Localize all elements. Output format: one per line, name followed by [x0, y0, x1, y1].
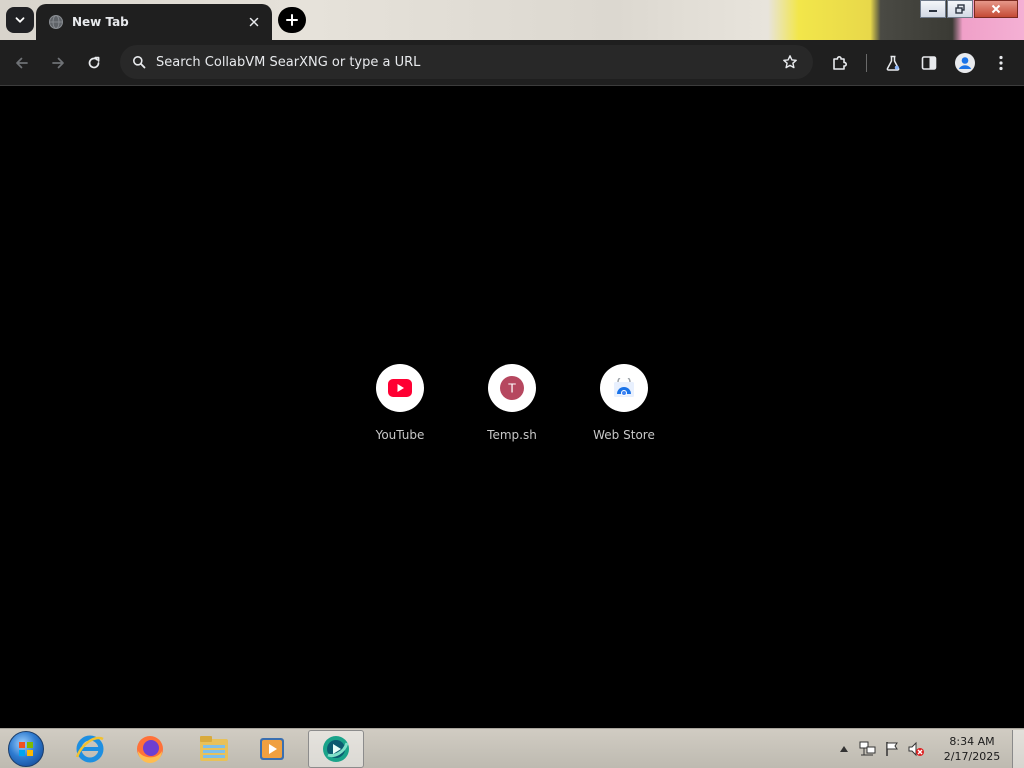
- menu-button[interactable]: [988, 50, 1014, 76]
- bookmark-star-button[interactable]: [773, 54, 807, 70]
- close-icon: [991, 4, 1001, 14]
- new-tab-button[interactable]: [278, 7, 306, 33]
- avatar-letter: T: [507, 382, 516, 396]
- plus-icon: [286, 14, 298, 26]
- reload-button[interactable]: [81, 50, 107, 76]
- close-icon: [249, 17, 259, 27]
- back-arrow-icon: [16, 57, 28, 69]
- network-icon[interactable]: [858, 739, 878, 759]
- shortcut-icon-circle: [376, 364, 424, 412]
- new-tab-page: YouTube T Temp.sh Web Store: [0, 87, 1024, 728]
- restore-icon: [955, 4, 965, 14]
- labs-flask-icon: [886, 55, 900, 71]
- labs-button[interactable]: [880, 50, 906, 76]
- volume-muted-icon[interactable]: [906, 739, 926, 759]
- tab-close-button[interactable]: [246, 14, 262, 30]
- system-clock[interactable]: 8:34 AM 2/17/2025: [936, 734, 1008, 764]
- address-bar[interactable]: [120, 45, 813, 79]
- search-icon: [122, 55, 156, 69]
- reload-icon: [88, 56, 100, 69]
- firefox-icon: [137, 736, 163, 763]
- side-panel-icon: [921, 56, 937, 70]
- youtube-icon: [388, 379, 412, 397]
- taskbar: 8:34 AM 2/17/2025: [0, 728, 1024, 768]
- tab-title: New Tab: [72, 15, 129, 29]
- kebab-menu-icon: [999, 55, 1003, 71]
- back-button[interactable]: [9, 50, 35, 76]
- forward-arrow-icon: [52, 57, 64, 69]
- minimize-icon: [929, 10, 937, 12]
- tab-search-button[interactable]: [6, 7, 34, 33]
- shortcut-youtube[interactable]: YouTube: [344, 364, 456, 456]
- tab-strip: New Tab: [0, 0, 1024, 40]
- bookmark-star-icon: [783, 55, 797, 69]
- window-controls: [919, 0, 1018, 20]
- letter-avatar-icon: T: [500, 376, 524, 400]
- show-hidden-icons-button[interactable]: [834, 739, 854, 759]
- extensions-puzzle-icon: [833, 56, 847, 70]
- windows-start-orb-icon: [8, 731, 44, 767]
- media-player-icon: [260, 738, 284, 760]
- chevron-up-icon: [840, 746, 848, 752]
- browser-toolbar: [0, 40, 1024, 86]
- shortcut-web-store[interactable]: Web Store: [568, 364, 680, 456]
- close-window-button[interactable]: [974, 0, 1018, 18]
- taskbar-browser[interactable]: [308, 730, 364, 768]
- screen: New Tab Search CollabVM SearXNG or type …: [0, 0, 1024, 768]
- shortcut-label: Web Store: [593, 428, 655, 442]
- shortcut-label: YouTube: [375, 428, 425, 442]
- taskbar-media-player[interactable]: [244, 730, 300, 768]
- minimize-button[interactable]: [920, 0, 946, 18]
- shortcut-temp-sh[interactable]: T Temp.sh: [456, 364, 568, 456]
- shortcut-tiles: YouTube T Temp.sh Web Store: [0, 364, 1024, 464]
- address-input[interactable]: [156, 54, 773, 70]
- system-tray: 8:34 AM 2/17/2025: [832, 729, 1024, 768]
- extensions-button[interactable]: [827, 50, 853, 76]
- taskbar-firefox[interactable]: [122, 730, 178, 768]
- globe-icon: [48, 14, 64, 30]
- tab-new-tab[interactable]: New Tab: [36, 4, 272, 40]
- web-store-icon: [614, 378, 634, 397]
- shortcut-icon-circle: [600, 364, 648, 412]
- profile-icon: [955, 53, 975, 73]
- profile-button[interactable]: [952, 50, 978, 76]
- restore-button[interactable]: [947, 0, 973, 18]
- forward-button[interactable]: [45, 50, 71, 76]
- toolbar-separator: [866, 54, 867, 72]
- side-panel-button[interactable]: [916, 50, 942, 76]
- show-desktop-button[interactable]: [1012, 730, 1024, 768]
- start-button[interactable]: [4, 730, 48, 768]
- taskbar-file-explorer[interactable]: [186, 730, 242, 768]
- shortcut-label: Temp.sh: [487, 428, 537, 442]
- browser-app-icon: [323, 736, 349, 762]
- clock-date: 2/17/2025: [943, 750, 1001, 763]
- chevron-down-icon: [15, 17, 25, 23]
- internet-explorer-icon: [75, 735, 104, 763]
- shortcut-icon-circle: T: [488, 364, 536, 412]
- file-explorer-icon: [200, 736, 228, 761]
- action-center-flag-icon[interactable]: [882, 739, 902, 759]
- clock-time: 8:34 AM: [949, 735, 995, 748]
- taskbar-internet-explorer[interactable]: [62, 730, 118, 768]
